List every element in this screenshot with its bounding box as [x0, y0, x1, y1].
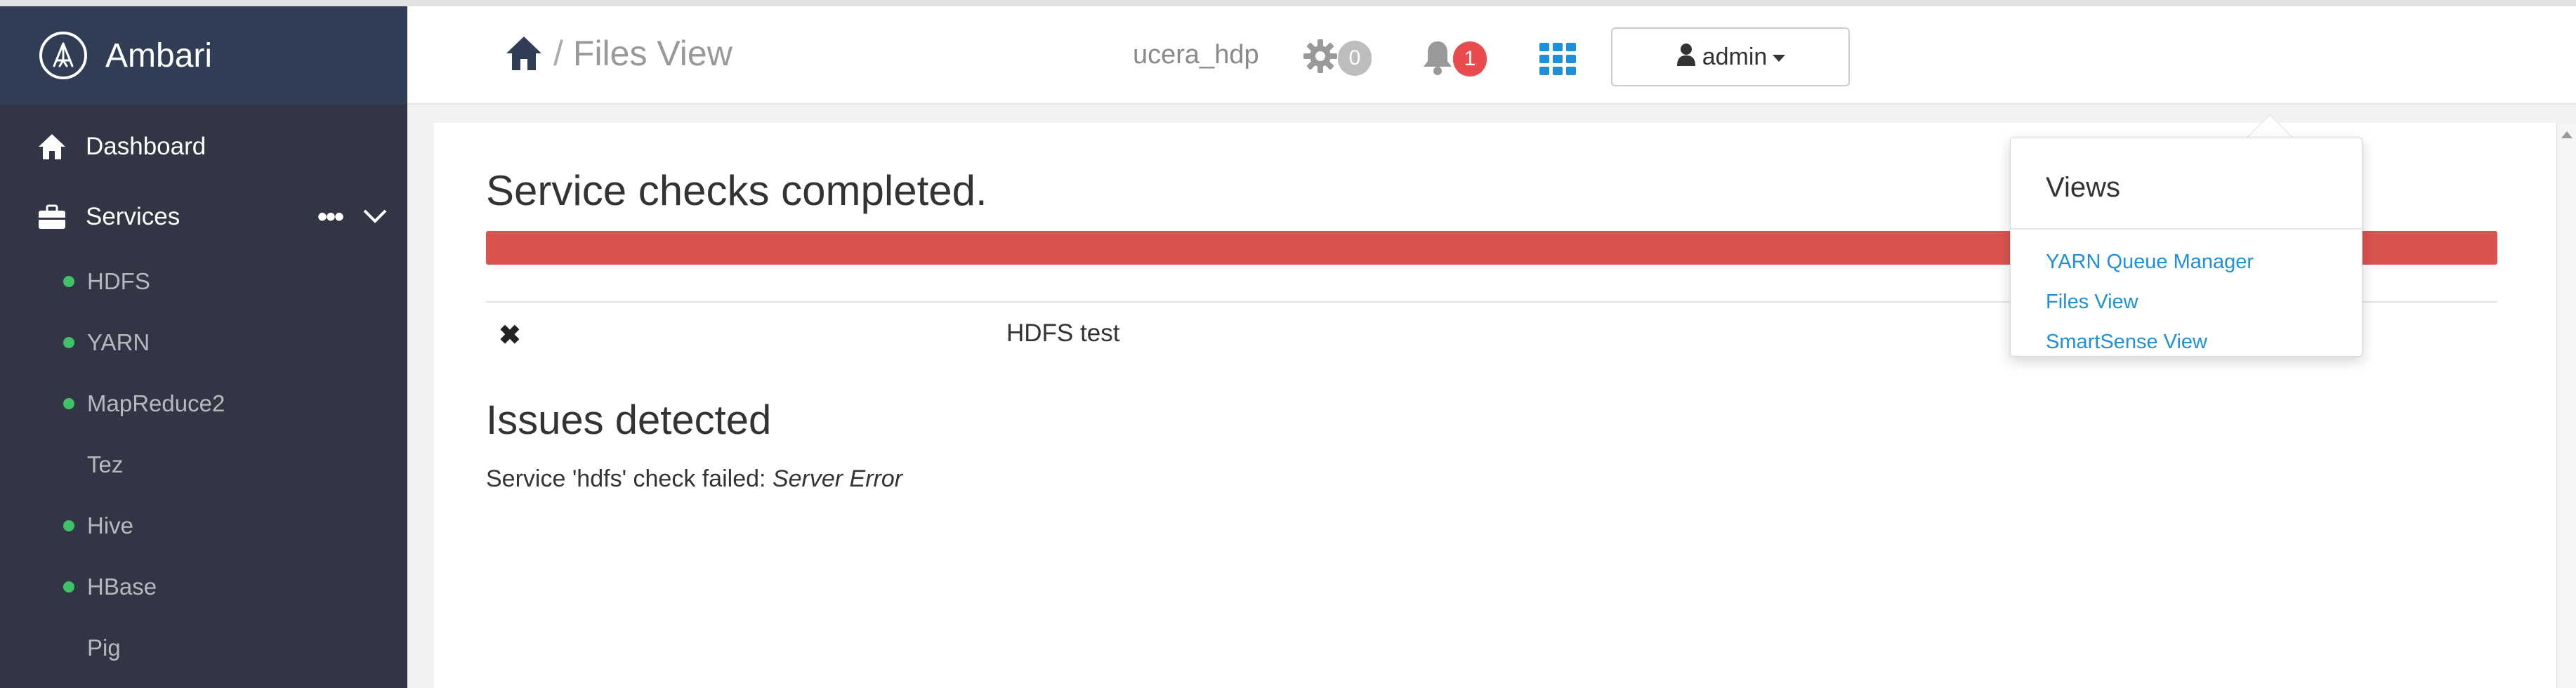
breadcrumb: / Files View [504, 33, 732, 74]
sidebar-item-tez[interactable]: Tez [0, 437, 407, 493]
sidebar-item-hive[interactable]: Hive [0, 498, 407, 554]
background-ops-button[interactable]: 0 [1301, 37, 1372, 79]
sidebar-header: Ambari [0, 6, 407, 105]
sidebar-item-label: Dashboard [86, 133, 206, 160]
user-menu-button[interactable]: admin [1611, 27, 1850, 86]
breadcrumb-separator: / [553, 34, 563, 73]
dropdown-title: Views [2046, 172, 2120, 203]
service-label: YARN [87, 329, 150, 355]
status-dot-icon [63, 276, 74, 287]
chevron-down-icon[interactable] [362, 203, 388, 231]
issue-prefix: Service 'hdfs' check failed: [486, 465, 773, 492]
status-dot-icon [63, 520, 74, 531]
top-header: / Files View ucera_hdp 0 1 admin [407, 6, 2576, 105]
briefcase-icon [35, 202, 69, 232]
service-label: Hive [87, 512, 134, 538]
bell-icon [1419, 37, 1456, 80]
sidebar-item-pig[interactable]: Pig [0, 620, 407, 676]
menu-item-yarn-queue-manager[interactable]: YARN Queue Manager [2046, 251, 2254, 274]
more-actions-icon[interactable]: ••• [317, 201, 344, 233]
scrollbar[interactable] [2556, 123, 2576, 688]
sidebar-item-dashboard[interactable]: Dashboard [0, 112, 407, 182]
ops-count-badge: 0 [1338, 40, 1372, 76]
home-icon [35, 132, 69, 161]
alerts-button[interactable]: 1 [1419, 37, 1487, 80]
gear-icon [1301, 37, 1339, 79]
scroll-up-icon[interactable] [2561, 131, 2572, 138]
service-label: MapReduce2 [87, 390, 225, 416]
menu-item-smartsense-view[interactable]: SmartSense View [2046, 331, 2207, 354]
sidebar: Ambari Dashboard Services ••• HDFS YARN … [0, 6, 407, 688]
service-label: Tez [87, 451, 124, 477]
sidebar-item-hbase[interactable]: HBase [0, 559, 407, 615]
status-dot-icon [63, 337, 74, 348]
sidebar-item-services[interactable]: Services ••• [0, 182, 407, 252]
divider [2011, 228, 2362, 230]
page-title: Files View [572, 34, 732, 73]
sidebar-item-mapreduce2[interactable]: MapReduce2 [0, 376, 407, 432]
views-menu-icon[interactable] [1539, 43, 1576, 75]
status-dot-icon [63, 398, 74, 409]
brand-name[interactable]: Ambari [105, 37, 212, 75]
sidebar-item-hdfs[interactable]: HDFS [0, 253, 407, 310]
dropdown-pointer [2246, 115, 2294, 139]
cluster-name[interactable]: ucera_hdp [1133, 40, 1259, 70]
alerts-count-badge: 1 [1453, 41, 1487, 77]
issue-message: Service 'hdfs' check failed: Server Erro… [486, 465, 902, 493]
issues-heading: Issues detected [486, 397, 772, 443]
user-icon [1676, 42, 1697, 72]
service-label: Pig [87, 635, 121, 661]
views-dropdown: Views YARN Queue Manager Files View Smar… [2010, 138, 2363, 357]
user-name: admin [1702, 43, 1768, 70]
home-icon[interactable] [504, 34, 544, 73]
check-name: HDFS test [1006, 319, 1120, 347]
menu-item-files-view[interactable]: Files View [2046, 291, 2138, 314]
service-label: HDFS [87, 268, 150, 294]
service-label: HBase [87, 574, 157, 600]
issue-error: Server Error [772, 465, 903, 492]
failed-status-icon: ✖ [499, 321, 521, 350]
sidebar-item-yarn[interactable]: YARN [0, 315, 407, 371]
ambari-logo-icon[interactable] [39, 32, 87, 79]
panel-title: Service checks completed. [486, 167, 987, 214]
caret-down-icon [1773, 55, 1786, 62]
top-border [0, 0, 2576, 6]
sidebar-item-label: Services [86, 203, 180, 230]
status-dot-icon [63, 581, 74, 593]
